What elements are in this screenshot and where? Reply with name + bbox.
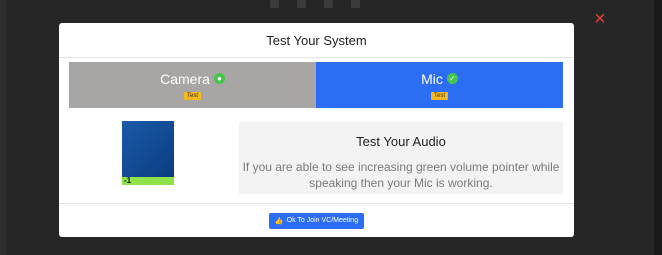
audio-test-info-panel: Test Your Audio If you are able to see i… <box>239 122 563 194</box>
device-tabs: Camera ● Test Mic ✓ Test <box>69 62 563 108</box>
settings-icon <box>351 0 360 8</box>
tab-camera-title: Camera ● <box>160 71 225 87</box>
audio-test-instructions: If you are able to see increasing green … <box>242 160 560 190</box>
modal-title: Test Your System <box>266 32 367 48</box>
tab-camera-label: Camera <box>160 70 210 87</box>
background-left-panel <box>0 0 6 255</box>
background-toolbar <box>270 0 390 10</box>
chat-icon <box>324 0 333 8</box>
audio-level-preview: -1 <box>122 121 174 185</box>
volume-level-number: -1 <box>124 176 132 185</box>
thumbs-up-icon: 👍 <box>274 217 284 225</box>
tab-camera[interactable]: Camera ● Test <box>69 62 316 108</box>
camera-status-icon: ● <box>213 73 225 84</box>
join-meeting-button[interactable]: 👍 Ok To Join VC/Meeting <box>268 212 365 229</box>
tab-mic-title: Mic ✓ <box>421 71 458 87</box>
audio-test-title: Test Your Audio <box>356 134 446 149</box>
mic-check-icon: ✓ <box>446 73 458 84</box>
close-icon[interactable]: × <box>592 9 608 29</box>
hand-icon <box>297 0 306 8</box>
phone-icon <box>270 0 279 8</box>
mic-test-badge[interactable]: Test <box>430 91 448 100</box>
tab-mic-label: Mic <box>421 70 443 87</box>
right-scroll-strip <box>654 0 662 255</box>
modal-header: Test Your System <box>59 23 574 58</box>
system-test-modal: Test Your System Camera ● Test Mic ✓ Tes… <box>59 23 574 237</box>
join-meeting-button-label: Ok To Join VC/Meeting <box>286 217 359 224</box>
tab-mic[interactable]: Mic ✓ Test <box>316 62 563 108</box>
camera-test-badge[interactable]: Test <box>183 91 201 100</box>
modal-footer: 👍 Ok To Join VC/Meeting <box>59 203 574 237</box>
